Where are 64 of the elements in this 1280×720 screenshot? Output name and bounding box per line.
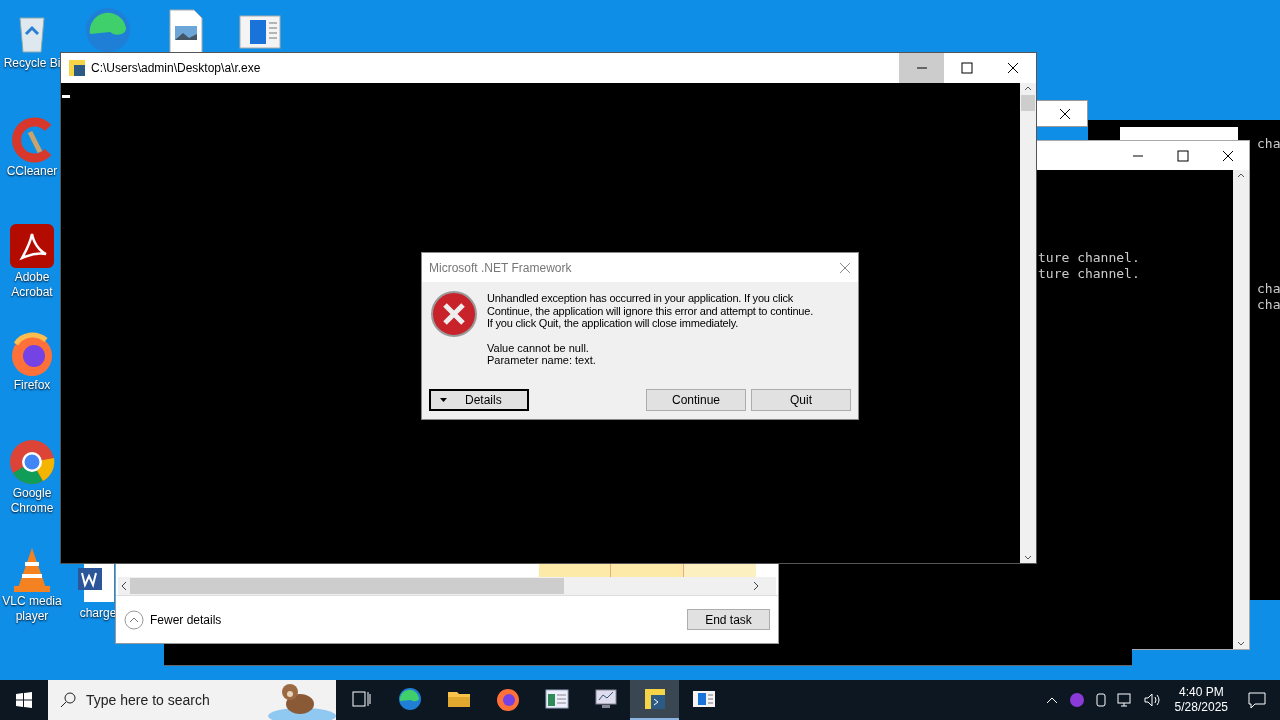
close-icon xyxy=(839,261,851,274)
console-text: ture channel. xyxy=(1038,266,1141,282)
edge-icon xyxy=(84,6,132,54)
scroll-up-icon[interactable] xyxy=(1024,85,1032,91)
desktop-icon-label[interactable]: Chrome xyxy=(10,501,54,516)
window-app-icon xyxy=(543,686,570,712)
close-icon xyxy=(1007,62,1019,74)
scrollbar[interactable] xyxy=(1020,83,1036,563)
caret-icon xyxy=(440,398,447,402)
quit-button[interactable]: Quit xyxy=(751,389,851,411)
desktop-icon-label[interactable]: Adobe xyxy=(14,270,50,285)
details-button[interactable]: Details xyxy=(429,389,529,411)
end-task-button[interactable]: End task xyxy=(687,609,770,630)
taskbar-app[interactable] xyxy=(630,680,679,720)
error-message: If you click Quit, the application will close immediately. xyxy=(487,317,740,330)
scroll-up-icon[interactable] xyxy=(1237,172,1245,178)
scrollbar[interactable] xyxy=(1233,170,1249,649)
desktop-icon-label[interactable]: Acrobat xyxy=(11,285,53,300)
python-app-icon xyxy=(69,60,85,76)
firefox-icon xyxy=(494,686,521,712)
scroll-down-icon[interactable] xyxy=(1024,555,1032,561)
search-icon xyxy=(60,692,76,708)
search-placeholder: Type here to search xyxy=(86,690,210,710)
desktop-icon-label[interactable]: charge xyxy=(79,606,117,621)
desktop-icon-label[interactable]: CCleaner xyxy=(6,164,58,179)
chevron-up-icon[interactable] xyxy=(1044,695,1059,705)
clock-date: 5/28/2025 xyxy=(1174,700,1228,715)
console-text: cha xyxy=(1257,281,1280,297)
scrollbar-thumb[interactable] xyxy=(130,578,564,594)
chrome-icon xyxy=(8,438,56,486)
desktop-icon-label[interactable]: Google xyxy=(12,486,52,501)
clock[interactable]: 4:40 PM 5/28/2025 xyxy=(1168,685,1234,715)
scrollbar-thumb[interactable] xyxy=(1021,95,1035,111)
app-tray-icon[interactable] xyxy=(1068,692,1085,708)
console-text: ture channel. xyxy=(1038,250,1141,266)
maximize-icon xyxy=(961,62,973,74)
error-detail: Value cannot be null. xyxy=(487,341,590,354)
console-text: cha xyxy=(1257,136,1280,152)
error-message: Unhandled exception has occurred in your application. If you click xyxy=(487,292,794,305)
maximize-icon[interactable] xyxy=(1177,149,1189,162)
window-title: C:\Users\admin\Desktop\a\r.exe xyxy=(91,60,261,77)
volume-icon[interactable] xyxy=(1142,692,1161,708)
fewer-details-link[interactable]: Fewer details xyxy=(150,610,222,629)
acrobat-icon xyxy=(8,222,56,270)
search-field[interactable]: Type here to search xyxy=(48,680,336,720)
desktop-icon-label[interactable]: Recycle Bi xyxy=(3,56,61,71)
close-icon xyxy=(1059,107,1071,120)
scroll-down-icon[interactable] xyxy=(1237,641,1245,647)
console-text: cha xyxy=(1257,297,1280,313)
collapse-icon[interactable] xyxy=(124,609,144,630)
dialog-title: Microsoft .NET Framework xyxy=(429,259,572,277)
desktop-icon-label[interactable]: player xyxy=(15,609,49,624)
close-icon xyxy=(1222,149,1234,162)
continue-button[interactable]: Continue xyxy=(646,389,746,411)
error-detail: Parameter name: text. xyxy=(487,354,597,367)
edge-icon xyxy=(396,686,423,712)
clock-time: 4:40 PM xyxy=(1178,685,1224,700)
windows-logo-icon xyxy=(16,692,32,708)
error-message: Continue, the application will ignore this error and attempt to continue. xyxy=(487,304,813,317)
desktop-icon-label[interactable]: VLC media xyxy=(2,594,62,609)
horizontal-scrollbar[interactable] xyxy=(118,577,776,595)
notification-icon[interactable] xyxy=(1248,691,1266,709)
desktop-icon-label[interactable]: Firefox xyxy=(13,378,51,393)
error-icon xyxy=(430,290,478,338)
